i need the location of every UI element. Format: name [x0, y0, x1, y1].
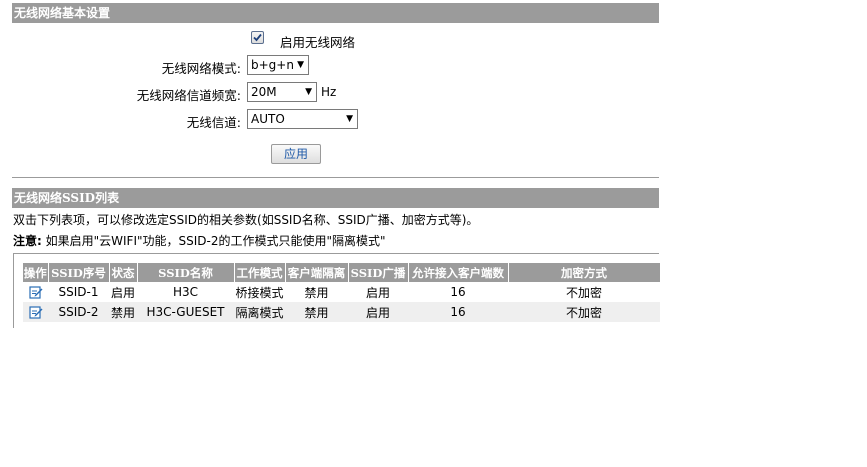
- cell-ssid-index: SSID-2: [48, 302, 109, 322]
- ssid-table: 操作 SSID序号 状态 SSID名称 工作模式 客户端隔离 SSID广播 允许…: [23, 263, 661, 322]
- enable-wireless-label: 启用无线网络: [280, 35, 356, 50]
- cell-status: 启用: [109, 282, 137, 302]
- channel-select[interactable]: AUTO ▼: [247, 109, 358, 129]
- ssid-hint-text: 双击下列表项，可以修改选定SSID的相关参数(如SSID名称、SSID广播、加密…: [13, 213, 479, 227]
- cell-encryption: 不加密: [508, 302, 660, 322]
- bandwidth-value: 20M: [251, 85, 277, 99]
- cell-client-isolation: 禁用: [285, 282, 348, 302]
- table-row[interactable]: SSID-1 启用 H3C 桥接模式 禁用 启用 16 不加密: [23, 282, 660, 302]
- cell-work-mode: 隔离模式: [234, 302, 285, 322]
- col-header-ssid-index: SSID序号: [48, 263, 110, 282]
- mode-select[interactable]: b+g+n ▼: [247, 55, 309, 75]
- edit-cell[interactable]: [23, 302, 48, 322]
- edit-icon[interactable]: [28, 305, 43, 319]
- triangle-down-icon: ▼: [305, 87, 312, 97]
- col-header-max-clients: 允许接入客户端数: [408, 263, 509, 282]
- channel-row: 无线信道: AUTO ▼: [12, 109, 659, 131]
- edit-icon[interactable]: [28, 285, 43, 299]
- cell-max-clients: 16: [408, 282, 508, 302]
- mode-row: 无线网络模式: b+g+n ▼: [12, 55, 659, 77]
- cell-max-clients: 16: [408, 302, 508, 322]
- col-header-work-mode: 工作模式: [234, 263, 286, 282]
- cell-ssid-name: H3C: [137, 282, 234, 302]
- mode-label: 无线网络模式:: [161, 61, 241, 76]
- mode-value: b+g+n: [251, 58, 294, 72]
- enable-wireless-checkbox[interactable]: [251, 31, 264, 44]
- table-header-row: 操作 SSID序号 状态 SSID名称 工作模式 客户端隔离 SSID广播 允许…: [23, 263, 661, 282]
- note-text: 如果启用"云WIFI"功能，SSID-2的工作模式只能使用"隔离模式": [41, 234, 386, 248]
- bandwidth-unit: Hz: [321, 85, 337, 99]
- cell-status: 禁用: [109, 302, 137, 322]
- table-row[interactable]: SSID-2 禁用 H3C-GUESET 隔离模式 禁用 启用 16 不加密: [23, 302, 660, 322]
- triangle-down-icon: ▼: [346, 114, 353, 124]
- ssid-table-frame: 操作 SSID序号 状态 SSID名称 工作模式 客户端隔离 SSID广播 允许…: [13, 253, 661, 328]
- cell-encryption: 不加密: [508, 282, 660, 302]
- channel-value: AUTO: [251, 112, 285, 126]
- cell-client-isolation: 禁用: [285, 302, 348, 322]
- bandwidth-label: 无线网络信道频宽:: [136, 88, 241, 103]
- col-header-action: 操作: [23, 263, 49, 282]
- bandwidth-row: 无线网络信道频宽: 20M ▼ Hz: [12, 82, 659, 104]
- apply-button[interactable]: 应用: [271, 144, 321, 164]
- col-header-ssid-broadcast: SSID广播: [348, 263, 409, 282]
- cell-ssid-broadcast: 启用: [348, 282, 408, 302]
- col-header-client-isolation: 客户端隔离: [285, 263, 349, 282]
- section-divider: [12, 177, 659, 178]
- ssid-list-header: 无线网络SSID列表: [12, 188, 659, 208]
- note-label: 注意:: [13, 234, 42, 248]
- cell-ssid-index: SSID-1: [48, 282, 109, 302]
- col-header-ssid-name: SSID名称: [137, 263, 235, 282]
- cell-work-mode: 桥接模式: [234, 282, 285, 302]
- channel-label: 无线信道:: [186, 115, 241, 130]
- basic-settings-header: 无线网络基本设置: [12, 3, 659, 23]
- page: 无线网络基本设置 启用无线网络 无线网络模式: b+g+n ▼ 无线网络信道频宽…: [0, 0, 867, 467]
- col-header-encryption: 加密方式: [508, 263, 661, 282]
- bandwidth-select[interactable]: 20M ▼: [247, 82, 317, 102]
- edit-cell[interactable]: [23, 282, 48, 302]
- col-header-status: 状态: [109, 263, 138, 282]
- checkmark-icon: [253, 33, 262, 42]
- cell-ssid-name: H3C-GUESET: [137, 302, 234, 322]
- ssid-note: 注意: 如果启用"云WIFI"功能，SSID-2的工作模式只能使用"隔离模式": [13, 232, 386, 249]
- cell-ssid-broadcast: 启用: [348, 302, 408, 322]
- triangle-down-icon: ▼: [297, 60, 304, 70]
